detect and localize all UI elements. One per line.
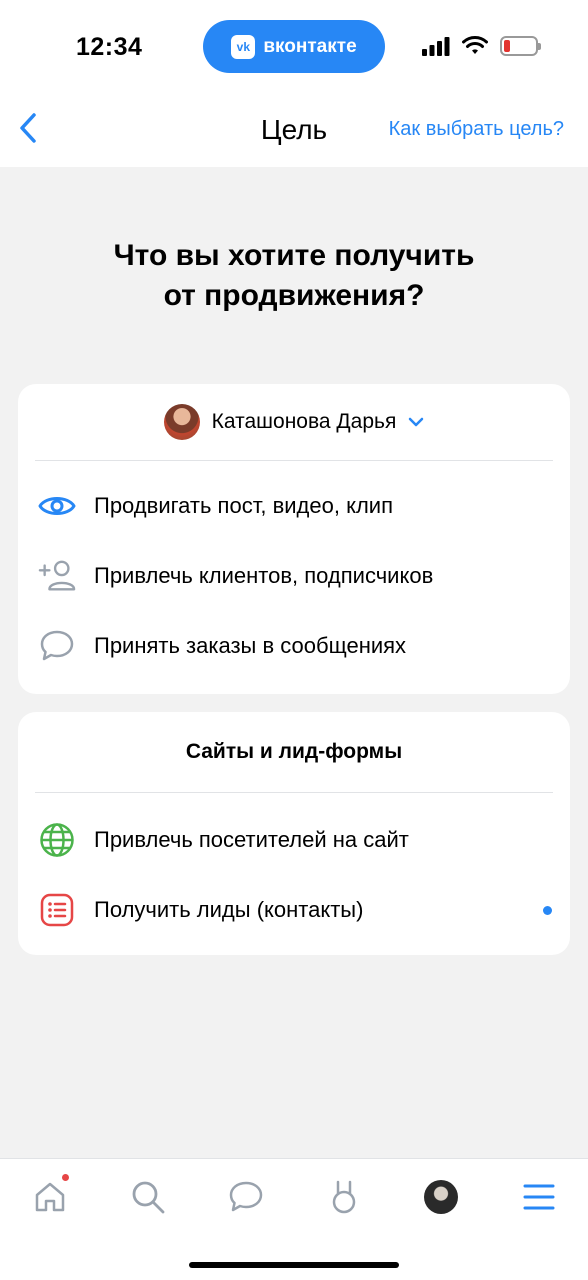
goal-label: Продвигать пост, видео, клип bbox=[94, 493, 393, 518]
status-time: 12:34 bbox=[76, 33, 143, 61]
goal-label: Получить лиды (контакты) bbox=[94, 897, 364, 922]
goal-accept-orders[interactable]: Принять заказы в сообщениях bbox=[18, 611, 570, 681]
nav-bar: Цель Как выбрать цель? bbox=[0, 92, 588, 167]
new-indicator-dot bbox=[543, 906, 552, 915]
headline: Что вы хотите получить от продвижения? bbox=[40, 236, 548, 316]
status-bar: 12:34 vk вконтакте bbox=[0, 0, 588, 92]
chevron-down-icon bbox=[409, 417, 424, 427]
goal-attract-clients[interactable]: Привлечь клиентов, подписчиков bbox=[18, 541, 570, 611]
goal-label: Привлечь посетителей на сайт bbox=[94, 827, 409, 852]
menu-icon[interactable] bbox=[519, 1177, 559, 1217]
search-icon[interactable] bbox=[128, 1177, 168, 1217]
add-user-icon bbox=[38, 557, 76, 595]
eye-icon bbox=[38, 487, 76, 525]
goal-promote-post[interactable]: Продвигать пост, видео, клип bbox=[18, 471, 570, 541]
battery-icon bbox=[500, 36, 541, 56]
avatar bbox=[424, 1180, 458, 1214]
goals-card: Каташонова Дарья Продвигать пост, видео,… bbox=[18, 384, 570, 694]
vk-app-pill[interactable]: vk вконтакте bbox=[203, 20, 385, 73]
headline-line2: от продвижения? bbox=[163, 279, 425, 312]
goal-get-leads[interactable]: Получить лиды (контакты) bbox=[18, 875, 570, 945]
messages-icon[interactable] bbox=[226, 1177, 266, 1217]
message-icon bbox=[38, 627, 76, 665]
account-selector[interactable]: Каташонова Дарья bbox=[18, 384, 570, 460]
home-icon[interactable] bbox=[30, 1173, 70, 1217]
status-icons bbox=[422, 36, 541, 56]
battery-level bbox=[504, 40, 510, 52]
signal-icon bbox=[422, 37, 450, 56]
section-title: Сайты и лид-формы bbox=[185, 740, 403, 763]
goal-label: Привлечь клиентов, подписчиков bbox=[94, 563, 434, 588]
list-icon bbox=[38, 891, 76, 929]
clips-icon[interactable] bbox=[324, 1177, 364, 1217]
goal-site-visitors[interactable]: Привлечь посетителей на сайт bbox=[18, 805, 570, 875]
account-name: Каташонова Дарья bbox=[211, 410, 397, 433]
how-to-choose-link[interactable]: Как выбрать цель? bbox=[389, 118, 564, 141]
globe-icon bbox=[38, 821, 76, 859]
vk-pill-label: вконтакте bbox=[263, 35, 357, 57]
headline-line1: Что вы хотите получить bbox=[113, 239, 475, 272]
goal-label: Принять заказы в сообщениях bbox=[94, 633, 407, 658]
profile-tab[interactable] bbox=[421, 1177, 461, 1217]
wifi-icon bbox=[462, 36, 488, 54]
home-indicator bbox=[189, 1262, 399, 1268]
notification-dot bbox=[61, 1173, 70, 1182]
avatar bbox=[163, 404, 200, 440]
vk-logo: vk bbox=[231, 34, 256, 59]
sites-leadforms-card: Сайты и лид-формы Привлечь посетителей н… bbox=[18, 712, 570, 955]
